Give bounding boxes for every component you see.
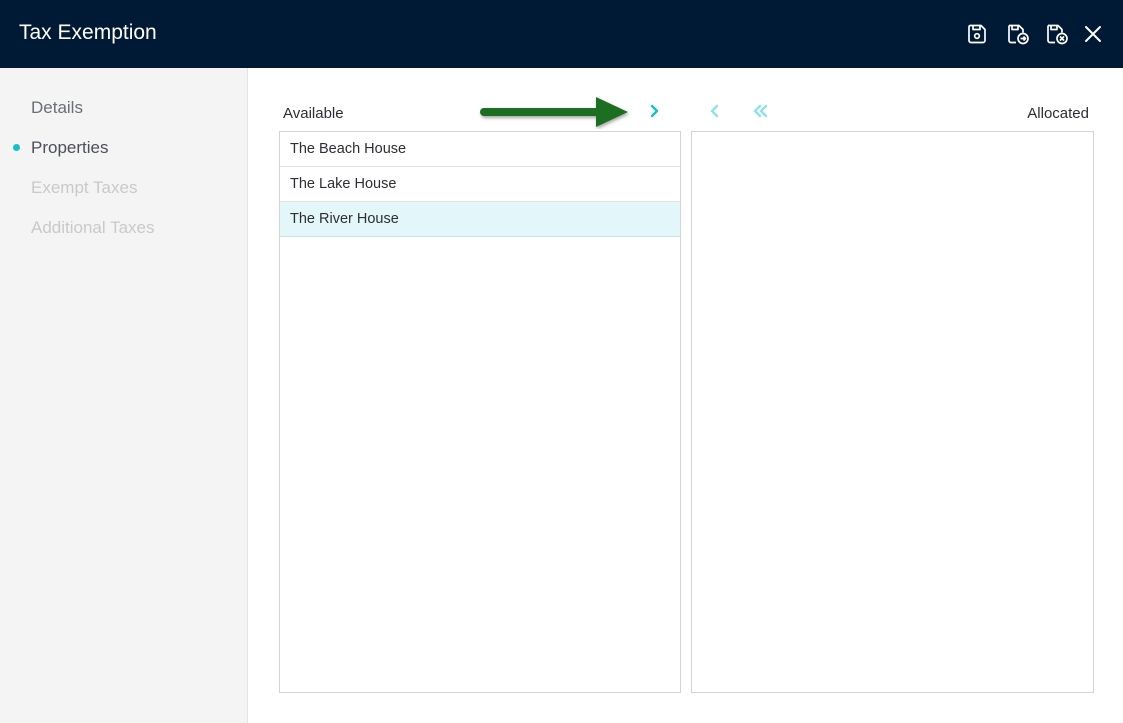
- active-step-indicator: [13, 144, 20, 151]
- page-title: Tax Exemption: [19, 21, 157, 44]
- sidebar-item-label: Additional Taxes: [31, 218, 155, 237]
- sidebar-item-label: Properties: [31, 138, 109, 157]
- save-button[interactable]: [965, 22, 991, 48]
- save-and-close-icon: [1047, 24, 1068, 45]
- sidebar-item-additional-taxes: Additional Taxes: [31, 218, 155, 238]
- move-all-left-icon: [753, 104, 768, 118]
- save-and-new-icon: [1008, 24, 1029, 45]
- move-all-left-button[interactable]: [749, 99, 773, 123]
- sidebar-item-label: Exempt Taxes: [31, 178, 138, 197]
- save-icon: [968, 24, 986, 44]
- available-list: The Beach House The Lake House The River…: [279, 131, 681, 693]
- move-left-button[interactable]: [703, 99, 727, 123]
- sidebar-item-exempt-taxes: Exempt Taxes: [31, 178, 137, 198]
- list-item-beach-house[interactable]: The Beach House: [280, 132, 680, 167]
- allocated-list: [691, 131, 1094, 693]
- close-button[interactable]: [1082, 22, 1108, 48]
- available-label: Available: [283, 105, 344, 122]
- app-header: Tax Exemption: [0, 0, 1123, 68]
- close-icon: [1085, 26, 1101, 42]
- annotation-arrow-icon: [480, 97, 628, 127]
- wizard-sidebar: Details Properties Exempt Taxes Addition…: [0, 68, 248, 723]
- move-right-button[interactable]: [642, 99, 666, 123]
- list-item-lake-house[interactable]: The Lake House: [280, 167, 680, 202]
- move-right-icon: [650, 104, 659, 118]
- save-and-close-button[interactable]: [1044, 22, 1070, 48]
- transfer-panel: Available Allocated The Beach House The …: [249, 68, 1123, 723]
- sidebar-item-properties[interactable]: Properties: [13, 138, 109, 158]
- save-and-new-button[interactable]: [1005, 22, 1031, 48]
- move-left-icon: [710, 104, 719, 118]
- sidebar-item-label: Details: [31, 98, 83, 117]
- allocated-label: Allocated: [1027, 105, 1089, 122]
- list-item-river-house[interactable]: The River House: [280, 202, 680, 237]
- sidebar-item-details[interactable]: Details: [31, 98, 83, 118]
